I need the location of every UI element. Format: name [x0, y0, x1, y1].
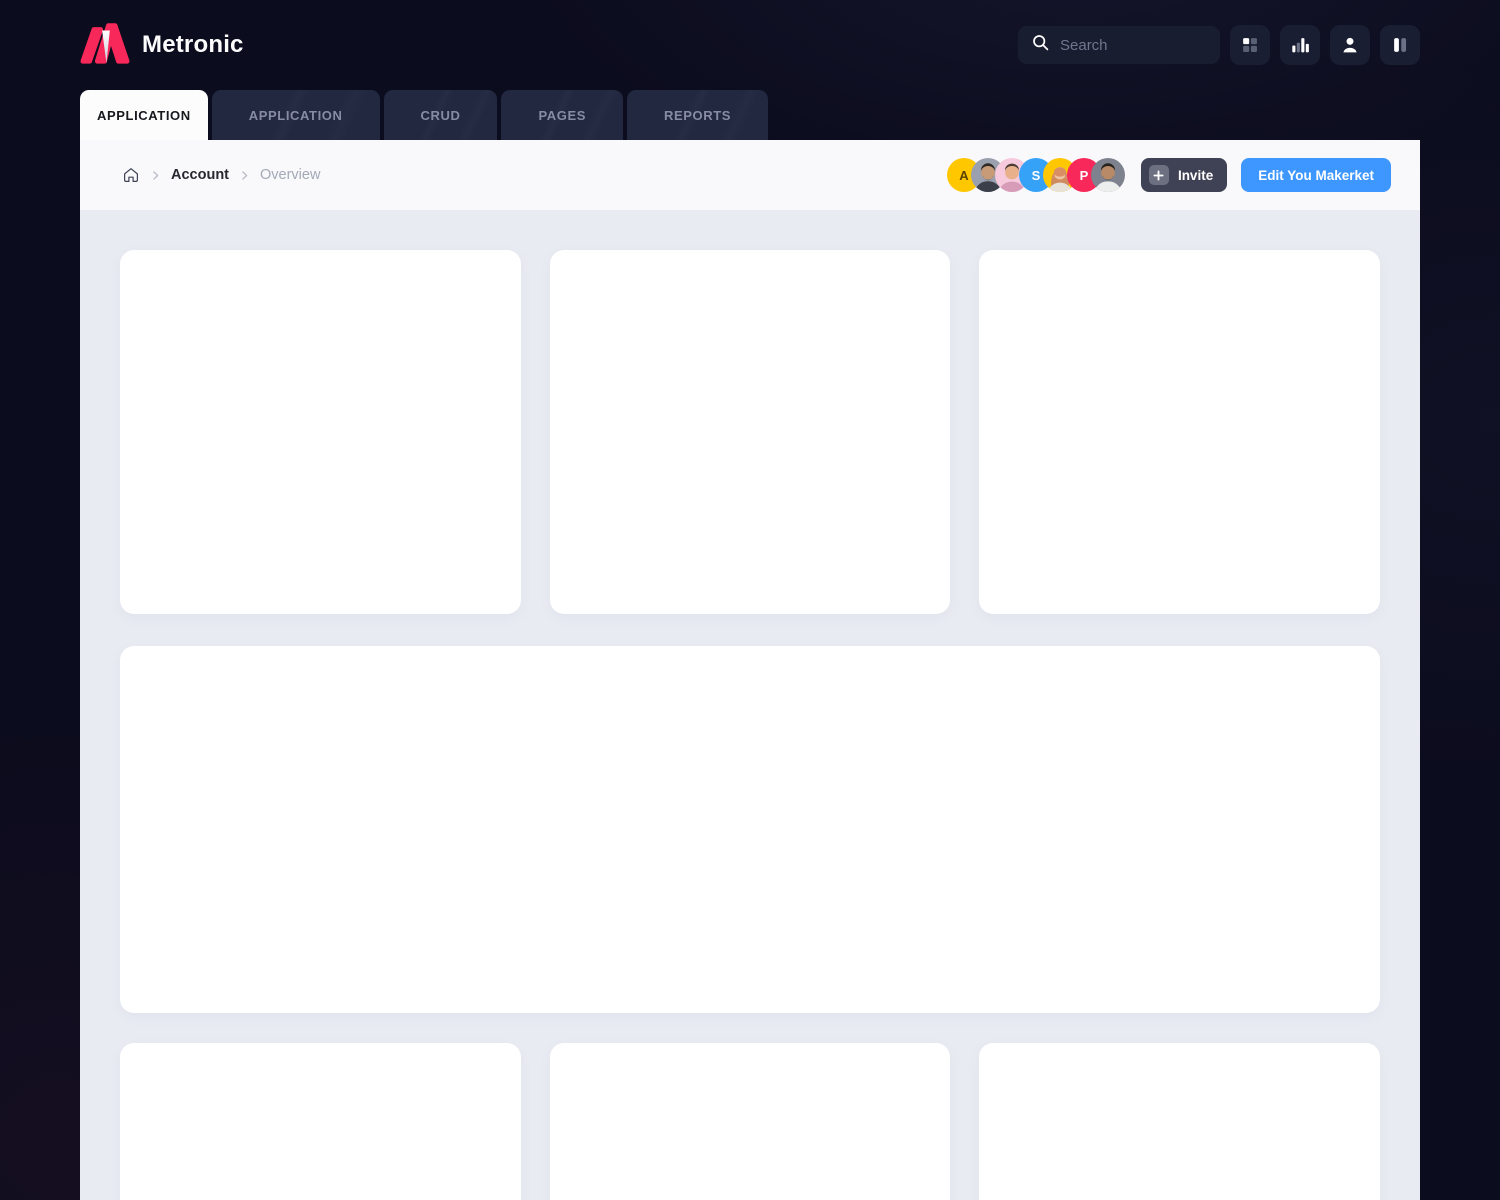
apps-grid-button[interactable]: [1230, 25, 1270, 65]
home-icon[interactable]: [122, 166, 140, 184]
app-header: Metronic: [0, 0, 1500, 90]
breadcrumb-overview: Overview: [260, 167, 320, 183]
search-input[interactable]: [1060, 37, 1207, 54]
breadcrumb-toolbar: Account Overview A: [80, 140, 1420, 210]
metronic-logo-icon: [80, 21, 130, 70]
placeholder-card-wide: [120, 646, 1380, 1013]
search-box[interactable]: [1018, 26, 1220, 64]
placeholder-card: [550, 1043, 951, 1200]
placeholder-card: [550, 250, 951, 614]
bar-chart-icon: [1289, 34, 1311, 56]
apps-grid-icon: [1239, 34, 1261, 56]
edit-market-button[interactable]: Edit You Makerket: [1241, 158, 1391, 192]
tab-pages[interactable]: PAGES: [501, 90, 623, 140]
tab-reports[interactable]: REPORTS: [627, 90, 768, 140]
tab-application-active[interactable]: APPLICATION: [80, 90, 208, 140]
avatar-stack: A: [947, 158, 1125, 192]
toolbar-actions: A: [947, 158, 1391, 192]
tab-crud[interactable]: CRUD: [384, 90, 498, 140]
placeholder-card: [979, 250, 1380, 614]
profile-button[interactable]: [1330, 25, 1370, 65]
plus-icon: [1149, 165, 1169, 185]
breadcrumb-account[interactable]: Account: [171, 167, 229, 183]
placeholder-card: [979, 1043, 1380, 1200]
chevron-right-icon: [238, 169, 251, 182]
placeholder-card: [120, 1043, 521, 1200]
content-area: [80, 210, 1420, 1200]
chevron-right-icon: [149, 169, 162, 182]
user-icon: [1339, 34, 1361, 56]
avatar-photo[interactable]: [1091, 158, 1125, 192]
split-columns-icon: [1389, 34, 1411, 56]
search-icon: [1031, 33, 1050, 57]
invite-button[interactable]: Invite: [1141, 158, 1227, 192]
header-actions: [1018, 25, 1420, 65]
invite-label: Invite: [1178, 168, 1213, 183]
brand-name: Metronic: [142, 31, 244, 59]
breadcrumb: Account Overview: [122, 166, 320, 184]
bottom-card-row: [120, 1043, 1380, 1200]
placeholder-card: [120, 250, 521, 614]
layout-button[interactable]: [1380, 25, 1420, 65]
stats-button[interactable]: [1280, 25, 1320, 65]
brand-logo[interactable]: Metronic: [80, 21, 244, 70]
top-card-row: [120, 250, 1380, 614]
tab-application[interactable]: APPLICATION: [212, 90, 380, 140]
main-tabs: APPLICATION APPLICATION CRUD PAGES REPOR…: [0, 90, 1500, 140]
page-panel: Account Overview A: [80, 140, 1420, 1200]
